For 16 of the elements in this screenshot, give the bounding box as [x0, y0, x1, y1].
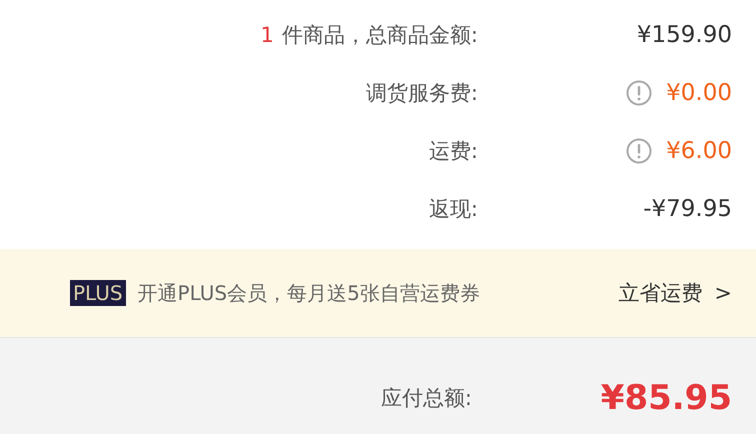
total-amount: ¥85.95 [600, 378, 733, 418]
summary-label: 件商品，总商品金额: [282, 22, 478, 49]
amount: ¥6.00 [666, 138, 732, 164]
amount: ¥159.90 [636, 22, 732, 48]
amount: ¥0.00 [666, 80, 732, 106]
summary-label: 运费: [428, 138, 478, 165]
amount: -¥79.95 [643, 196, 732, 222]
info-icon[interactable] [626, 80, 652, 106]
summary-label: 调货服务费: [366, 80, 478, 107]
total-label: 应付总额: [380, 385, 472, 412]
summary-label: 返现: [428, 196, 478, 223]
plus-badge: PLUS [70, 280, 126, 306]
item-count: 1 [260, 23, 274, 47]
info-icon[interactable] [626, 138, 652, 164]
save-shipping-link[interactable]: 立省运费 > [618, 279, 732, 307]
promo-text: 开通PLUS会员，每月送5张自营运费券 [138, 280, 481, 306]
